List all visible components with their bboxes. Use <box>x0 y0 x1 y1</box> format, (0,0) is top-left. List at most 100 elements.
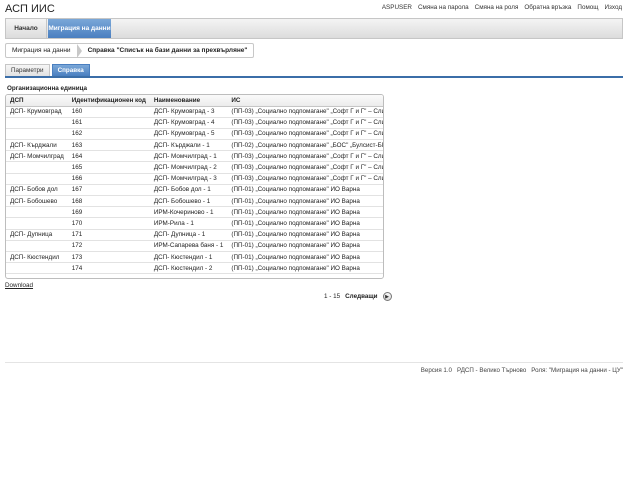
table-row[interactable]: ДСП- Бобов дол 167 ДСП- Бобов дол - 1 (ПП-0… <box>6 184 383 197</box>
pager-next-button[interactable]: Следващи <box>345 293 377 300</box>
cell-id-code: 174 <box>67 262 150 275</box>
cell-dsp: ДСП- Бобошево <box>6 195 68 208</box>
cell-id-code: 161 <box>67 117 150 129</box>
subtabs: Параметри Справка <box>5 64 90 76</box>
cell-id-code: 171 <box>67 229 150 241</box>
cell-name: ДСП- Момчилград - 2 <box>149 161 228 174</box>
footer: Версия 1.0 РДСП - Велико Търново Роля: "… <box>421 367 623 374</box>
user-link[interactable]: ASPUSER <box>382 4 412 11</box>
logout-link[interactable]: Изход <box>604 4 622 11</box>
cell-id-code: 168 <box>67 195 150 208</box>
cell-is: (ПП-03) „Социално подпомагане" „Софт Г и… <box>227 106 383 118</box>
change-password-link[interactable]: Смяна на парола <box>418 4 469 11</box>
table-row[interactable]: ДСП- Кюстендил 173 ДСП- Кюстендил - 1 (ПП-0… <box>6 251 383 264</box>
table-row[interactable]: ДСП- Кърджали 163 ДСП- Кърджали - 1 (ПП-02)… <box>6 139 383 152</box>
cell-dsp: ДСП- Дупница <box>6 229 68 241</box>
feedback-link[interactable]: Обратна връзка <box>524 4 571 11</box>
cell-is: (ПП-01) „Социално подпомагане" ИО Варна <box>227 240 383 252</box>
cell-name: ДСП- Крумовград - 3 <box>149 106 228 118</box>
cell-dsp: ДСП- Крумовград <box>6 106 68 118</box>
cell-name: ДСП- Дупница - 1 <box>149 229 228 241</box>
cell-is: (ПП-03) „Социално подпомагане" „Софт Г и… <box>227 128 383 141</box>
cell-name: ДСП- Крумовград - 4 <box>149 117 228 129</box>
cell-dsp <box>6 217 68 230</box>
table-header-row: ДСП Идентификационен код Наименование ИС <box>6 95 383 107</box>
table-row[interactable]: ДСП- Момчилград 164 ДСП- Момчилград - 1 (ПП… <box>6 150 383 163</box>
cell-name: ДСП- Кюстендил - 2 <box>149 262 228 275</box>
footer-divider <box>5 362 623 363</box>
cell-dsp <box>6 240 68 252</box>
cell-is: (ПП-03) „Социално подпомагане" „Софт Г и… <box>227 161 383 174</box>
footer-office: РДСП - Велико Търново <box>457 367 527 374</box>
cell-is: (ПП-02) „Социално подпомагане" „БОС" „Бу… <box>227 139 383 152</box>
table-row[interactable]: 165 ДСП- Момчилград - 2 (ПП-03) „Социално … <box>6 161 383 174</box>
app-title: АСП ИИС <box>5 3 55 15</box>
cell-name: ИРМ-Сапарева баня - 1 <box>149 240 228 252</box>
cell-is: (ПП-01) „Социално подпомагане" ИО Варна <box>227 262 383 275</box>
tab-underline <box>5 76 623 78</box>
change-role-link[interactable]: Смяна на роля <box>475 4 519 11</box>
cell-dsp: ДСП- Кюстендил <box>6 251 68 264</box>
cell-name: ДСП- Кърджали - 1 <box>149 139 228 152</box>
cell-name: ДСП- Бобошево - 1 <box>149 195 228 208</box>
cell-dsp <box>6 117 68 129</box>
cell-is: (ПП-01) „Социално подпомагане" ИО Варна <box>227 251 383 264</box>
column-header-name[interactable]: Наименование <box>149 95 228 107</box>
breadcrumb-parent[interactable]: Миграция на данни <box>6 44 77 57</box>
footer-version: Версия 1.0 <box>420 367 452 374</box>
cell-dsp <box>6 161 68 174</box>
cell-dsp <box>6 173 68 185</box>
cell-name: ДСП- Момчилград - 3 <box>149 173 228 185</box>
column-header-is[interactable]: ИС <box>227 95 383 107</box>
table-row[interactable]: 162 ДСП- Крумовград - 5 (ПП-03) „Социално … <box>6 128 383 141</box>
cell-dsp: ДСП- Момчилград <box>6 150 68 163</box>
table-row[interactable]: ДСП- Дупница 171 ДСП- Дупница - 1 (ПП-01) „… <box>6 229 383 241</box>
cell-dsp <box>6 262 68 275</box>
table-body: ДСП- Крумовград 160 ДСП- Крумовград - 3 (ПП… <box>6 106 383 275</box>
table-row[interactable]: ДСП- Бобошево 168 ДСП- Бобошево - 1 (ПП-01)… <box>6 195 383 208</box>
cell-id-code: 163 <box>67 139 150 152</box>
cell-dsp: ДСП- Бобов дол <box>6 184 68 197</box>
tab-report[interactable]: Справка <box>51 64 90 76</box>
column-header-id-code[interactable]: Идентификационен код <box>67 95 150 107</box>
cell-id-code: 170 <box>67 217 150 230</box>
column-header-dsp[interactable]: ДСП <box>6 95 68 107</box>
cell-is: (ПП-03) „Социално подпомагане" „Софт Г и… <box>227 150 383 163</box>
nav-tab-home[interactable]: Начало <box>6 19 47 38</box>
tab-parameters[interactable]: Параметри <box>5 64 50 76</box>
cell-is: (ПП-01) „Социално подпомагане" ИО Варна <box>227 229 383 241</box>
breadcrumb-current: Справка "Списък на бази данни за прехвър… <box>87 47 248 54</box>
cell-id-code: 164 <box>67 150 150 163</box>
cell-name: ИРМ-Рила - 1 <box>149 217 228 230</box>
cell-is: (ПП-01) „Социално подпомагане" ИО Варна <box>227 184 383 197</box>
cell-id-code: 166 <box>67 173 150 185</box>
cell-dsp <box>6 206 68 219</box>
table-row[interactable]: 166 ДСП- Момчилград - 3 (ПП-03) „Социално … <box>6 173 383 185</box>
top-links: ASPUSER Смяна на парола Смяна на роля Об… <box>382 4 622 11</box>
table-row[interactable]: ДСП- Крумовград 160 ДСП- Крумовград - 3 (ПП… <box>6 106 383 118</box>
pager: 1 - 15 Следващи ▶ <box>324 292 392 301</box>
cell-name: ДСП- Крумовград - 5 <box>149 128 228 141</box>
cell-is: (ПП-03) „Социално подпомагане" „Софт Г и… <box>227 173 383 185</box>
table-row[interactable]: 174 ДСП- Кюстендил - 2 (ПП-01) „Социално п… <box>6 262 383 275</box>
cell-is: (ПП-01) „Социално подпомагане" ИО Варна <box>227 217 383 230</box>
table-row[interactable]: 170 ИРМ-Рила - 1 (ПП-01) „Социално подпома… <box>6 217 383 230</box>
download-link[interactable]: Download <box>5 282 33 289</box>
cell-name: ИРМ-Кочериново - 1 <box>149 206 228 219</box>
table-row[interactable]: 161 ДСП- Крумовград - 4 (ПП-03) „Социално … <box>6 117 383 129</box>
table-row[interactable]: 172 ИРМ-Сапарева баня - 1 (ПП-01) „Социалн… <box>6 240 383 252</box>
main-navbar: Начало Миграция на данни <box>5 18 623 39</box>
cell-id-code: 162 <box>67 128 150 141</box>
help-link[interactable]: Помощ <box>577 4 598 11</box>
section-label: Организационна единица <box>7 85 88 92</box>
report-grid: ДСП Идентификационен код Наименование ИС… <box>5 94 384 279</box>
cell-id-code: 167 <box>67 184 150 197</box>
table-row[interactable]: 169 ИРМ-Кочериново - 1 (ПП-01) „Социално п… <box>6 206 383 219</box>
chevron-right-icon[interactable]: ▶ <box>382 292 392 301</box>
cell-id-code: 173 <box>67 251 150 264</box>
cell-name: ДСП- Момчилград - 1 <box>149 150 228 163</box>
nav-tab-migration[interactable]: Миграция на данни <box>48 19 111 38</box>
report-table: ДСП Идентификационен код Наименование ИС… <box>6 95 383 275</box>
cell-name: ДСП- Бобов дол - 1 <box>149 184 228 197</box>
breadcrumb: Миграция на данни Справка "Списък на баз… <box>5 43 255 58</box>
